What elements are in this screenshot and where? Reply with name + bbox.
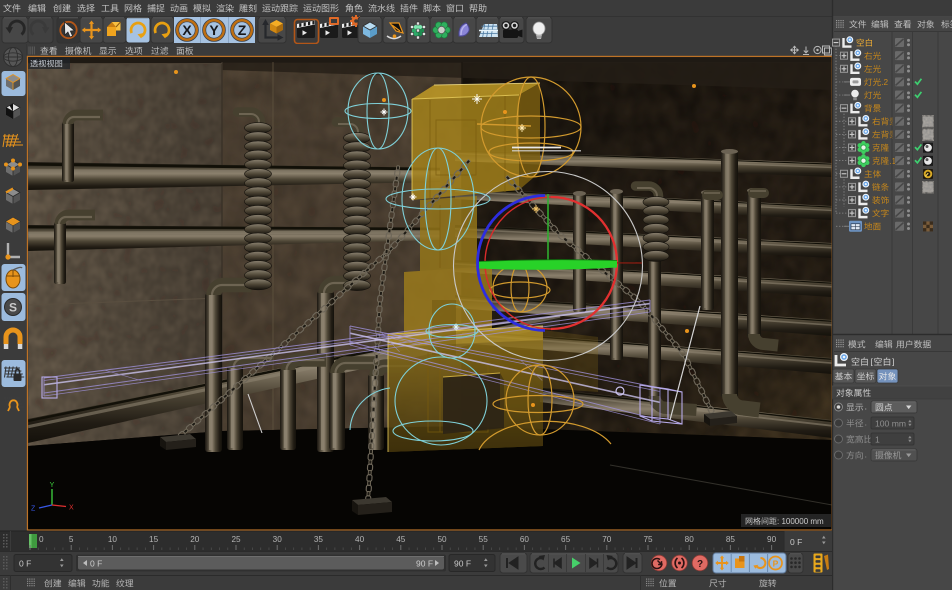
svg-text:X: X [69, 505, 74, 512]
svg-text:65: 65 [561, 535, 571, 544]
svg-text:.: . [865, 402, 868, 412]
svg-text:.: . [865, 450, 868, 460]
svg-text:90 F: 90 F [416, 559, 433, 569]
svg-text:85: 85 [726, 535, 736, 544]
svg-text:Z: Z [31, 506, 36, 513]
svg-text:90 F: 90 F [454, 559, 471, 569]
svg-text:20: 20 [190, 535, 200, 544]
svg-text:45: 45 [396, 535, 406, 544]
svg-text:P: P [773, 559, 779, 569]
svg-text:10: 10 [108, 535, 118, 544]
svg-text:S: S [9, 301, 17, 315]
svg-text:80: 80 [685, 535, 695, 544]
svg-text:0 F: 0 F [790, 537, 802, 547]
svg-text:5: 5 [69, 535, 74, 544]
svg-text:15: 15 [149, 535, 159, 544]
svg-text:1: 1 [875, 434, 880, 444]
svg-text:]: ] [892, 357, 894, 367]
svg-text:0 F: 0 F [19, 559, 31, 569]
svg-text:Y: Y [209, 22, 219, 38]
svg-text:40: 40 [355, 535, 365, 544]
svg-text:Y: Y [50, 482, 55, 489]
svg-text:60: 60 [520, 535, 530, 544]
svg-text:0 F: 0 F [90, 559, 102, 569]
svg-text:X: X [182, 22, 192, 38]
svg-text:90: 90 [767, 535, 777, 544]
svg-text:?: ? [697, 559, 703, 570]
svg-text:.2: .2 [881, 78, 888, 87]
svg-text:50: 50 [437, 535, 447, 544]
svg-text:100 mm: 100 mm [875, 418, 906, 428]
svg-text:75: 75 [643, 535, 653, 544]
svg-text:25: 25 [231, 535, 241, 544]
svg-text:: 100000 mm: : 100000 mm [777, 517, 824, 526]
svg-text:30: 30 [273, 535, 283, 544]
svg-text:0: 0 [39, 535, 44, 544]
svg-text:35: 35 [314, 535, 324, 544]
svg-text:Z: Z [238, 22, 247, 38]
svg-text:70: 70 [602, 535, 612, 544]
svg-text:55: 55 [479, 535, 489, 544]
svg-text:.: . [865, 418, 868, 428]
